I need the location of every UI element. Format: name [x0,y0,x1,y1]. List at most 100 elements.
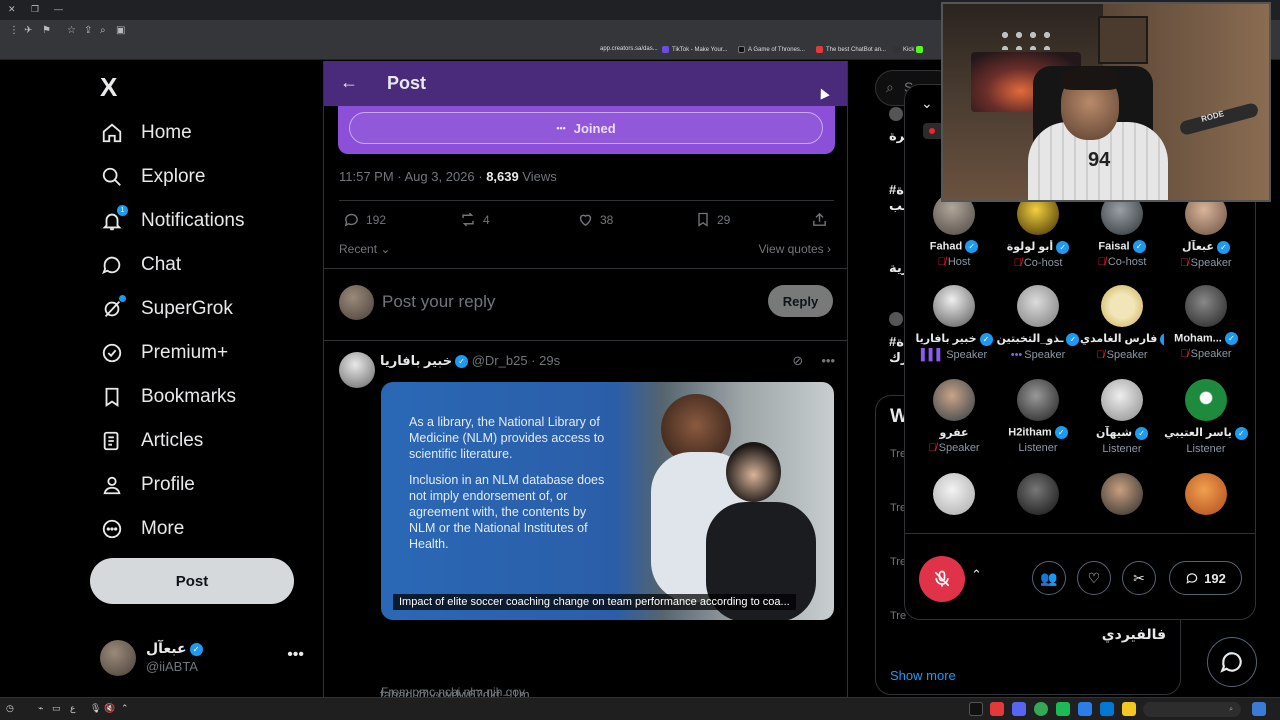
like-action[interactable]: 38 [577,211,613,228]
start-icon[interactable] [1252,702,1266,716]
trend-title[interactable]: فالفيردي [1102,626,1166,643]
chevron-down-icon[interactable]: ⌄ [921,95,933,112]
more-dots-icon[interactable]: ••• [821,353,835,368]
bookmark-action[interactable]: 29 [695,211,730,228]
participant[interactable]: H2itham ✓ Listener [996,379,1080,469]
zoom-icon[interactable]: ⌕ [100,25,106,36]
window-restore-icon[interactable]: ❐ [31,4,39,15]
avatar[interactable] [339,352,375,388]
participant[interactable]: شيهآن ✓ Listener [1080,379,1164,469]
reply-input[interactable]: Post your reply [382,292,495,312]
reply-action[interactable]: 192 [343,211,386,228]
nav-item-more[interactable]: More [100,514,184,544]
messages-fab[interactable] [1207,637,1257,687]
bookmark-item[interactable]: The best ChatBot an... [816,46,886,53]
tiktok-icon[interactable] [969,702,983,716]
nav-item-bookmarks[interactable]: Bookmarks [100,382,236,412]
view-quotes-link[interactable]: View quotes › [759,242,832,256]
extension-icon[interactable]: ✈ [24,25,32,36]
account-name: عبعآل ✓ [146,640,203,657]
taskbar-search[interactable]: ⌕ [1143,702,1241,717]
participant[interactable]: فارس الغامدي✓ 🎙̸Speaker [1080,285,1164,375]
participant[interactable]: عبعآل ✓ 🎙̸ Speaker [1164,193,1248,283]
nav-item-home[interactable]: Home [100,118,192,148]
nav-item-articles[interactable]: Articles [100,426,203,456]
people-button[interactable]: 👥 [1032,561,1066,595]
joined-button[interactable]: ••• Joined [349,112,823,144]
nav-item-chat[interactable]: Chat [100,250,181,280]
post-timestamp[interactable]: 11:57 PM · Aug 3, 2026 · [339,169,486,184]
extension-icon[interactable]: ⚑ [42,25,51,36]
show-more-link[interactable]: Show more [890,668,956,683]
app-icon[interactable] [1056,702,1070,716]
bookmark-item[interactable]: app.creators.sa/das... [600,46,658,52]
participant[interactable]: عفرو 🎙̸ Speaker [912,379,996,469]
tray-icon[interactable]: ⌁ [38,703,43,714]
mic-off-button[interactable] [919,556,965,602]
clock-icon[interactable]: ◷ [6,703,14,714]
reply-tweet[interactable]: خبير بافاريا ✓ @Dr_b25 · 29s ⊘ ••• As a l… [324,342,847,697]
nav-item-supergrok[interactable]: SuperGrok [100,294,233,324]
nav-item-profile[interactable]: Profile [100,470,195,500]
back-arrow-icon[interactable]: ← [340,72,358,93]
participant[interactable] [912,473,996,519]
bookmark-item[interactable]: Kick [893,46,926,53]
folder-icon[interactable] [1122,702,1136,716]
participant[interactable] [996,473,1080,519]
participant[interactable]: Faisal ✓ 🎙̸ Co-host [1080,193,1164,283]
clip-button[interactable]: ✂ [1122,561,1156,595]
participant[interactable]: أبو لولوة ✓ 🎙̸ Co-host [996,193,1080,283]
post-button[interactable]: Post [90,558,294,604]
tray-icon[interactable]: ع [70,703,75,714]
reaction-button[interactable]: ♡ [1077,561,1111,595]
search-icon [100,165,124,189]
nav-item-notifications[interactable]: 1 Notifications [100,205,245,236]
bookmark-item[interactable]: A Game of Thrones... [738,46,805,53]
nav-label: Premium+ [141,342,229,363]
volume-icon[interactable]: 🔇 [104,703,115,714]
views-label: Views [518,169,557,184]
participant[interactable]: خبير بافاريا ✓ ▌▌▌ Speaker [912,285,996,375]
participant[interactable]: ـذو_التخبتين ✓ ••• Speaker [996,285,1080,375]
window-minimize-icon[interactable]: — [54,4,63,14]
star-icon[interactable]: ☆ [67,25,76,36]
grok-icon[interactable]: ⊘ [792,353,803,368]
account-switcher[interactable]: عبعآل ✓ @iiABTA ••• [100,638,310,678]
sort-dropdown[interactable]: Recent ⌄ [339,242,390,256]
chevron-up-icon[interactable]: ⌃ [121,703,129,714]
app-icon[interactable] [1100,702,1114,716]
participant[interactable]: Fahad ✓ 🎙̸ Host [912,193,996,283]
mic-off-icon [934,570,950,587]
mic-icon[interactable]: 🎙 [90,703,101,714]
trend-category[interactable]: Tre [890,610,906,622]
repost-action[interactable]: 4 [459,211,490,228]
window-close-icon[interactable]: ✕ [8,4,16,15]
tray-icon[interactable]: ▭ [52,703,61,714]
app-icon[interactable] [1078,702,1092,716]
participant[interactable]: ياسر العتيبي ✓ Listener [1164,379,1248,469]
share-icon[interactable]: ⇪ [84,25,92,36]
chrome-icon[interactable] [1034,702,1048,716]
nav-item-explore[interactable]: Explore [100,162,205,192]
participant[interactable]: Moham... ✓ 🎙̸ Speaker [1164,285,1248,375]
tweet-author[interactable]: خبير بافاريا ✓ @Dr_b25 · 29s [380,353,560,369]
space-replies-button[interactable]: 192 [1169,561,1242,595]
more-dots-icon[interactable]: ••• [287,646,304,664]
app-icon[interactable] [990,702,1004,716]
install-icon[interactable]: ▣ [116,25,125,36]
participant[interactable] [1080,473,1164,519]
reply-button[interactable]: Reply [768,285,833,317]
post-meta: 11:57 PM · Aug 3, 2026 · 8,639 Views [339,169,557,184]
verified-icon: ✓ [1216,240,1230,254]
bookmark-item[interactable]: TikTok - Make Your... [662,46,727,53]
next-tweet-author[interactable]: fahad @yxwdw67dkt · 1m [380,687,530,697]
chevron-up-icon[interactable]: ⌃ [971,567,982,583]
nav-item-premium[interactable]: Premium+ [100,338,228,368]
menu-icon[interactable]: ⋮ [9,25,19,36]
x-logo[interactable]: X [100,72,117,103]
share-action[interactable] [811,211,828,228]
discord-icon[interactable] [1012,702,1026,716]
participant[interactable] [1164,473,1248,519]
views-count: 8,639 [486,169,519,184]
tweet-image[interactable]: As a library, the National Library of Me… [381,382,834,620]
